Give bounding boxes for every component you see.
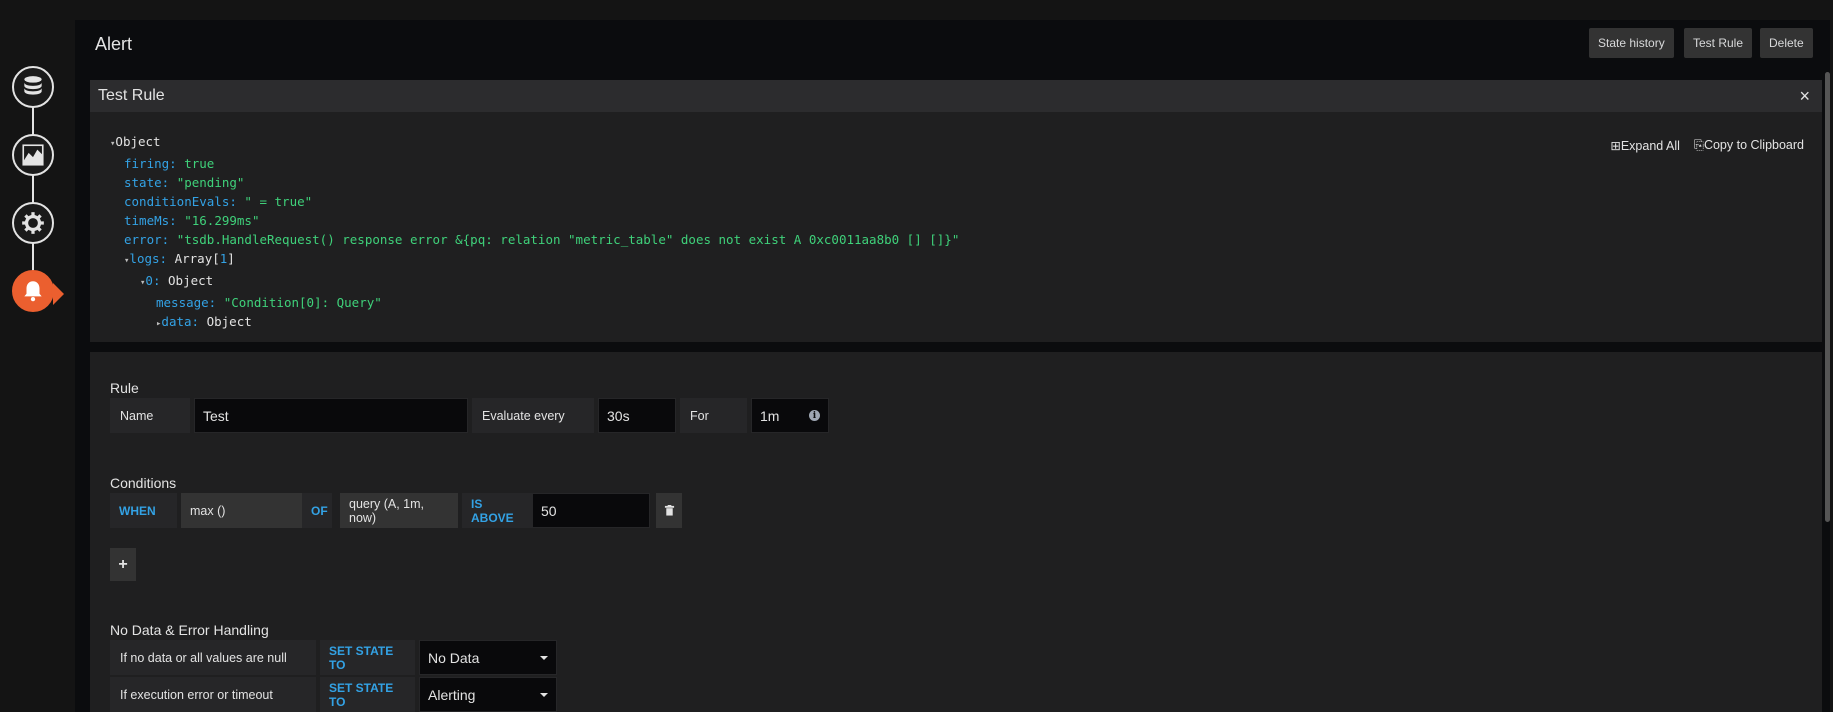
evaluator-select[interactable]: IS ABOVE bbox=[462, 493, 532, 528]
evaluate-every-input[interactable] bbox=[598, 398, 676, 433]
delete-button[interactable]: Delete bbox=[1760, 28, 1813, 58]
condition-row: WHEN max () OF query (A, 1m, now) IS ABO… bbox=[110, 493, 682, 528]
for-label: For bbox=[680, 398, 747, 433]
nodata-section-title: No Data & Error Handling bbox=[110, 622, 269, 638]
json-actions: ⊞Expand All ⎘Copy to Clipboard bbox=[1610, 138, 1804, 153]
expand-all-label: Expand All bbox=[1620, 139, 1680, 153]
page-title: Alert bbox=[95, 34, 133, 54]
close-icon[interactable]: × bbox=[1799, 86, 1810, 107]
copy-to-clipboard-button[interactable]: ⎘Copy to Clipboard bbox=[1694, 138, 1804, 153]
json-row: timeMs: "16.299ms" bbox=[110, 211, 959, 230]
alert-tab: Alert State history Test Rule Delete Tes… bbox=[75, 20, 1830, 712]
json-key: message: bbox=[156, 295, 217, 310]
copy-label: Copy to Clipboard bbox=[1703, 138, 1804, 152]
json-type: Object bbox=[168, 273, 214, 288]
json-row: state: "pending" bbox=[110, 173, 959, 192]
gear-icon bbox=[22, 212, 44, 234]
step-general[interactable] bbox=[12, 202, 54, 244]
database-icon bbox=[24, 76, 42, 95]
scrollbar[interactable] bbox=[1825, 72, 1830, 522]
test-rule-button[interactable]: Test Rule bbox=[1684, 28, 1753, 58]
json-type: Object bbox=[206, 314, 252, 329]
alert-rule-editor: Rule Name Evaluate every For 1m i Condit… bbox=[90, 352, 1822, 712]
bell-icon bbox=[24, 281, 42, 302]
chevron-down-icon bbox=[540, 655, 548, 660]
trash-icon bbox=[664, 505, 674, 516]
json-key: logs: bbox=[129, 251, 168, 266]
json-row: conditionEvals: " = true" bbox=[110, 192, 959, 211]
json-root[interactable]: ▾Object bbox=[110, 132, 959, 154]
alert-steps-rail bbox=[0, 0, 66, 712]
name-input[interactable] bbox=[194, 398, 468, 433]
conditions-section-title: Conditions bbox=[110, 475, 177, 491]
json-value: "tsdb.HandleRequest() response error &{p… bbox=[176, 232, 960, 247]
step-alert[interactable] bbox=[12, 270, 54, 312]
json-row: message: "Condition[0]: Query" bbox=[110, 293, 959, 312]
json-type: Array bbox=[174, 251, 213, 266]
name-label: Name bbox=[110, 398, 190, 433]
json-key: 0: bbox=[145, 273, 161, 288]
json-value: "Condition[0]: Query" bbox=[223, 295, 382, 310]
copy-icon: ⎘ bbox=[1693, 138, 1704, 152]
alert-header: Alert State history Test Rule Delete bbox=[75, 20, 1830, 80]
expand-icon: ⊞ bbox=[1610, 139, 1621, 153]
expand-all-button[interactable]: ⊞Expand All bbox=[1610, 138, 1680, 153]
graph-icon bbox=[22, 144, 44, 166]
of-keyword: OF bbox=[302, 493, 332, 528]
state-history-button[interactable]: State history bbox=[1589, 28, 1674, 58]
error-state-value: Alerting bbox=[428, 686, 476, 703]
delete-condition-button[interactable] bbox=[656, 493, 682, 528]
error-row: If execution error or timeout SET STATE … bbox=[110, 677, 557, 712]
json-data-row[interactable]: ▸data: Object bbox=[110, 312, 959, 334]
json-log0-row[interactable]: ▾0: Object bbox=[110, 271, 959, 293]
nodata-row: If no data or all values are null SET ST… bbox=[110, 640, 557, 675]
json-row: firing: true bbox=[110, 154, 959, 173]
json-value: "pending" bbox=[176, 175, 245, 190]
step-visualization[interactable] bbox=[12, 134, 54, 176]
json-tree: ▾Object firing: true state: "pending" co… bbox=[110, 132, 959, 334]
json-key: data: bbox=[161, 314, 200, 329]
rule-section-title: Rule bbox=[110, 380, 139, 396]
json-value: true bbox=[184, 156, 215, 171]
json-key: firing: bbox=[124, 156, 177, 171]
json-value: " = true" bbox=[244, 194, 313, 209]
reducer-select[interactable]: max () bbox=[181, 493, 302, 528]
json-value: "16.299ms" bbox=[184, 213, 260, 228]
rule-row: Name Evaluate every For 1m i bbox=[110, 398, 829, 433]
no-data-label: If no data or all values are null bbox=[110, 640, 316, 675]
set-state-keyword: SET STATE TO bbox=[320, 640, 415, 675]
info-icon[interactable]: i bbox=[809, 410, 820, 421]
steps-connector bbox=[32, 90, 34, 290]
json-logs-row[interactable]: ▾logs: Array[1] bbox=[110, 249, 959, 271]
json-key: timeMs: bbox=[124, 213, 177, 228]
json-root-type: Object bbox=[115, 134, 161, 149]
for-value: 1m bbox=[760, 407, 780, 424]
no-data-state-value: No Data bbox=[428, 649, 480, 666]
json-key: error: bbox=[124, 232, 170, 247]
add-condition-button[interactable]: + bbox=[110, 548, 136, 581]
set-state-keyword: SET STATE TO bbox=[320, 677, 415, 712]
threshold-input[interactable] bbox=[532, 493, 650, 528]
no-data-state-select[interactable]: No Data bbox=[419, 640, 557, 675]
active-step-arrow bbox=[53, 283, 64, 305]
chevron-down-icon bbox=[540, 692, 548, 697]
json-key: state: bbox=[124, 175, 170, 190]
test-rule-header: Test Rule × bbox=[90, 80, 1822, 112]
when-keyword: WHEN bbox=[110, 493, 177, 528]
execution-error-label: If execution error or timeout bbox=[110, 677, 316, 712]
json-row: error: "tsdb.HandleRequest() response er… bbox=[110, 230, 959, 249]
test-rule-title: Test Rule bbox=[98, 87, 165, 104]
query-select[interactable]: query (A, 1m, now) bbox=[340, 493, 458, 528]
step-datasource[interactable] bbox=[12, 66, 54, 108]
evaluate-every-label: Evaluate every bbox=[472, 398, 594, 433]
for-input[interactable]: 1m i bbox=[751, 398, 829, 433]
test-rule-panel: Test Rule × ⊞Expand All ⎘Copy to Clipboa… bbox=[90, 80, 1822, 342]
json-key: conditionEvals: bbox=[124, 194, 237, 209]
error-state-select[interactable]: Alerting bbox=[419, 677, 557, 712]
